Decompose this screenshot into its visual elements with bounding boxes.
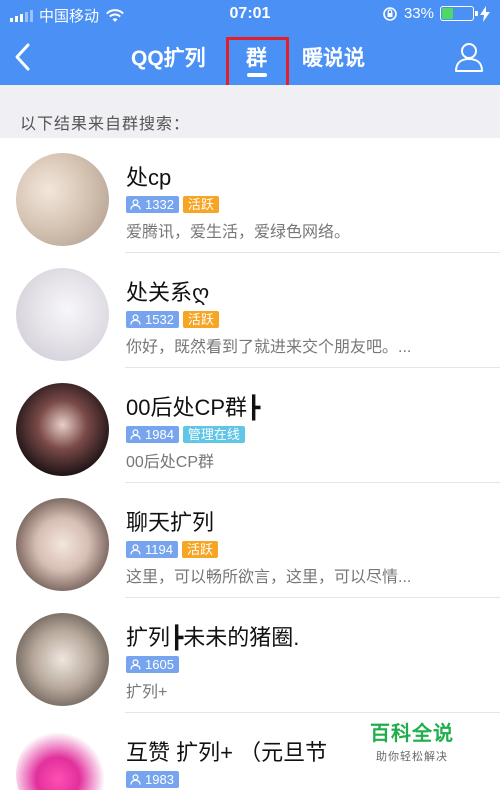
group-meta: 1194 活跃 [126, 541, 218, 558]
group-description: 你好，既然看到了就进来交个朋友吧。... [126, 339, 412, 356]
list-item[interactable]: 00后处CP群┣ 1984 管理在线 00后处CP群 [0, 368, 500, 483]
group-title: 聊天扩列 [126, 510, 215, 535]
member-count: 1605 [145, 657, 174, 672]
status-badge: 活跃 [182, 196, 219, 213]
avatar[interactable] [16, 498, 109, 591]
profile-icon[interactable] [453, 41, 485, 73]
member-count: 1194 [145, 542, 173, 557]
group-description: 这里，可以畅所欲言，这里，可以尽情... [126, 569, 412, 586]
tab-highlight-box [226, 37, 289, 90]
member-count-badge: 1605 [126, 656, 179, 673]
search-source-label: 以下结果来自群搜索： [20, 116, 191, 133]
member-count-badge: 1194 [126, 541, 178, 558]
list-item[interactable]: 处cp 1332 活跃 爱腾讯，爱生活，爱绿色网络。 [0, 138, 500, 253]
back-icon[interactable] [12, 42, 32, 72]
battery-percent: 33% [403, 5, 434, 22]
app-header: 中国移动 07:01 33% QQ扩列 群 暖说说 [0, 0, 500, 90]
avatar[interactable] [16, 383, 109, 476]
status-right: 33% [382, 5, 490, 22]
group-title: 互赞 扩列+ （元旦节 [126, 740, 328, 765]
list-item[interactable]: 扩列┣未未的猪圈. 1605 扩列+ [0, 598, 500, 713]
group-description: 爱腾讯，爱生活，爱绿色网络。 [126, 224, 351, 241]
person-icon [130, 314, 141, 325]
group-meta: 1605 [126, 656, 179, 673]
member-count-badge: 1983 [126, 771, 179, 788]
person-icon [130, 544, 141, 555]
status-bar: 中国移动 07:01 33% [0, 0, 500, 30]
orientation-lock-icon [383, 6, 397, 21]
tab-qq-kuolie[interactable]: QQ扩列 [131, 42, 206, 72]
avatar[interactable] [16, 613, 109, 706]
person-icon [130, 774, 141, 785]
member-count: 1983 [145, 772, 174, 787]
admin-online-badge: 管理在线 [182, 426, 245, 443]
member-count-badge: 1332 [126, 196, 179, 213]
member-count: 1532 [145, 312, 174, 327]
person-icon [130, 429, 141, 440]
member-count: 1332 [145, 197, 174, 212]
group-meta: 1983 [126, 771, 179, 788]
search-source-bar: 以下结果来自群搜索： [0, 85, 500, 138]
group-title: 处cp [126, 165, 172, 190]
group-meta: 1984 管理在线 [126, 426, 245, 443]
list-item[interactable]: 聊天扩列 1194 活跃 这里，可以畅所欲言，这里，可以尽情... [0, 483, 500, 598]
member-count: 1984 [145, 427, 174, 442]
avatar[interactable] [16, 728, 109, 790]
group-description: 00后处CP群 [126, 454, 215, 471]
person-icon [130, 659, 141, 670]
list-item[interactable]: 处关系ღ 1532 活跃 你好，既然看到了就进来交个朋友吧。... [0, 253, 500, 368]
group-title: 00后处CP群┣ [126, 395, 261, 420]
group-meta: 1532 活跃 [126, 311, 219, 328]
group-title: 处关系ღ [126, 280, 210, 305]
battery-icon [440, 6, 478, 21]
member-count-badge: 1984 [126, 426, 179, 443]
group-meta: 1332 活跃 [126, 196, 219, 213]
watermark-logo: 百科全说 助你轻松解决 [362, 717, 462, 765]
group-description: 扩列+ [126, 684, 168, 701]
watermark-sub: 助你轻松解决 [376, 751, 448, 763]
person-icon [130, 199, 141, 210]
status-badge: 活跃 [182, 311, 219, 328]
watermark-main: 百科全说 [370, 723, 454, 745]
status-badge: 活跃 [181, 541, 218, 558]
tab-nuan-shuoshuo[interactable]: 暖说说 [302, 42, 365, 72]
group-title: 扩列┣未未的猪圈. [126, 625, 300, 650]
member-count-badge: 1532 [126, 311, 179, 328]
battery-level [442, 8, 453, 19]
charging-icon [480, 5, 490, 22]
avatar[interactable] [16, 153, 109, 246]
avatar[interactable] [16, 268, 109, 361]
